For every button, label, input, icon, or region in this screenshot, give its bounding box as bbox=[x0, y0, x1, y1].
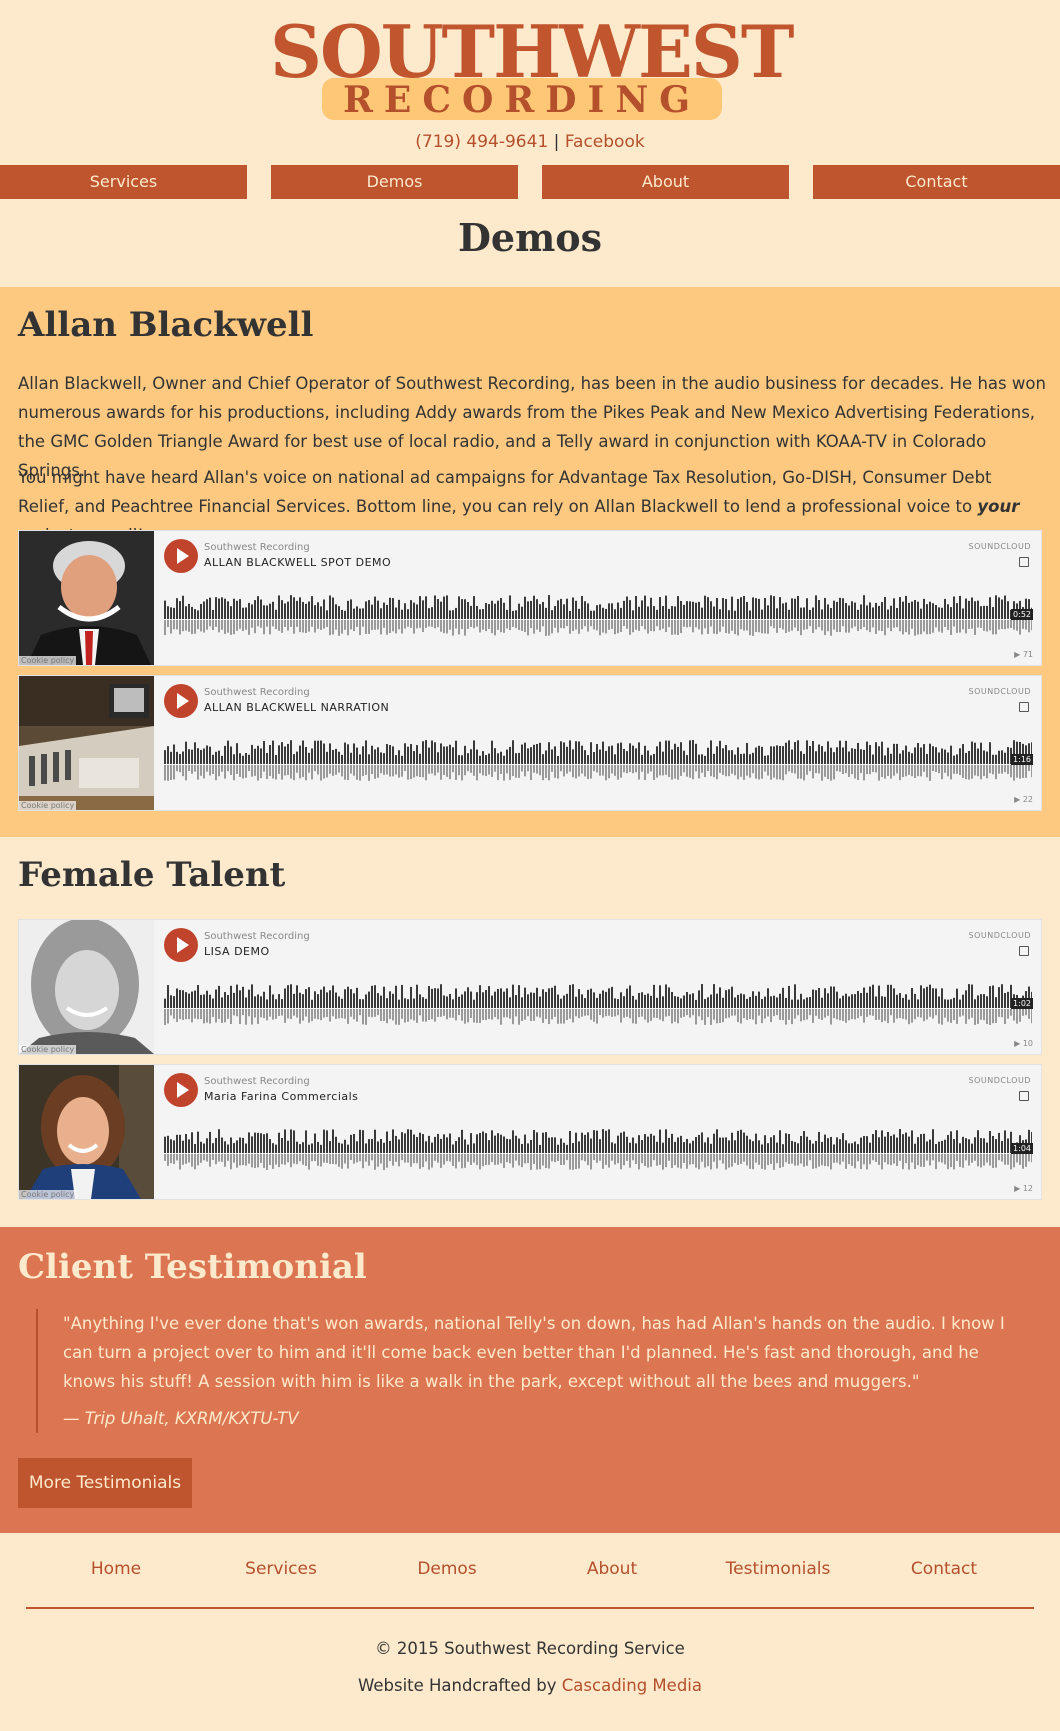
waveform[interactable] bbox=[164, 587, 1032, 639]
nav-services[interactable]: Services bbox=[0, 165, 247, 199]
cookie-policy-link[interactable]: Cookie policy bbox=[19, 1045, 77, 1054]
cookie-policy-link[interactable]: Cookie policy bbox=[19, 801, 77, 810]
studio-console-image bbox=[19, 676, 154, 810]
soundcloud-player-lisa-demo: Cookie policy Southwest Recording LISA D… bbox=[18, 919, 1042, 1055]
footer-nav-demos[interactable]: Demos bbox=[364, 1554, 530, 1584]
footer-nav-services[interactable]: Services bbox=[198, 1554, 364, 1584]
waveform[interactable] bbox=[164, 976, 1032, 1028]
testimonial-quote: "Anything I've ever done that's won awar… bbox=[36, 1309, 1036, 1433]
play-icon[interactable] bbox=[164, 684, 198, 718]
site-logo[interactable]: SOUTHWEST RECORDING bbox=[270, 12, 794, 126]
player-artwork[interactable]: Cookie policy bbox=[19, 1065, 154, 1199]
quote-citation: — Trip Uhalt, KXRM/KXTU-TV bbox=[63, 1409, 299, 1428]
female-talent-section: Female Talent Cookie policy Southwest Re… bbox=[0, 837, 1060, 1227]
player-artwork[interactable]: Cookie policy bbox=[19, 920, 154, 1054]
track-duration: 1:16 bbox=[1011, 754, 1033, 765]
soundcloud-player-allan-narration: Cookie policy Southwest Recording ALLAN … bbox=[18, 675, 1042, 811]
para2-text-before: You might have heard Allan's voice on na… bbox=[18, 468, 992, 516]
share-icon[interactable] bbox=[1019, 1091, 1029, 1101]
play-count: ▶ 10 bbox=[1014, 1039, 1033, 1048]
player-track-title[interactable]: ALLAN BLACKWELL SPOT DEMO bbox=[204, 556, 391, 569]
testimonial-section: Client Testimonial "Anything I've ever d… bbox=[0, 1227, 1060, 1533]
track-duration: 1:02 bbox=[1011, 998, 1033, 1009]
waveform[interactable] bbox=[164, 732, 1032, 784]
contact-separator: | bbox=[553, 132, 560, 152]
facebook-link[interactable]: Facebook bbox=[565, 132, 645, 152]
footer-nav-testimonials[interactable]: Testimonials bbox=[695, 1554, 861, 1584]
player-track-title[interactable]: ALLAN BLACKWELL NARRATION bbox=[204, 701, 389, 714]
nav-demos[interactable]: Demos bbox=[271, 165, 518, 199]
soundcloud-logo[interactable]: SOUNDCLOUD bbox=[969, 542, 1031, 551]
allan-section: Allan Blackwell Allan Blackwell, Owner a… bbox=[0, 287, 1060, 837]
allan-portrait-image bbox=[19, 531, 154, 665]
site-header: SOUTHWEST RECORDING (719) 494-9641 | Fac… bbox=[0, 0, 1060, 160]
page-title: Demos bbox=[457, 215, 603, 260]
player-track-title[interactable]: Maria Farina Commercials bbox=[204, 1090, 358, 1103]
cookie-policy-link[interactable]: Cookie policy bbox=[19, 1190, 77, 1199]
more-testimonials-button[interactable]: More Testimonials bbox=[18, 1458, 192, 1508]
logo-sub-text: RECORDING bbox=[343, 79, 701, 121]
soundcloud-logo[interactable]: SOUNDCLOUD bbox=[969, 1076, 1031, 1085]
player-artwork[interactable]: Cookie policy bbox=[19, 531, 154, 665]
play-icon[interactable] bbox=[164, 928, 198, 962]
soundcloud-logo[interactable]: SOUNDCLOUD bbox=[969, 931, 1031, 940]
lisa-portrait-image bbox=[19, 920, 154, 1054]
play-count: ▶ 22 bbox=[1014, 795, 1033, 804]
footer-nav-home[interactable]: Home bbox=[33, 1554, 199, 1584]
testimonial-heading: Client Testimonial bbox=[18, 1247, 367, 1287]
player-track-title[interactable]: LISA DEMO bbox=[204, 945, 270, 958]
play-count-value: 22 bbox=[1022, 795, 1033, 804]
site-credit: Website Handcrafted by Cascading Media bbox=[0, 1676, 1060, 1695]
play-count-value: 71 bbox=[1022, 650, 1033, 659]
female-talent-heading: Female Talent bbox=[18, 855, 286, 895]
track-duration: 1:04 bbox=[1011, 1143, 1033, 1154]
share-icon[interactable] bbox=[1019, 702, 1029, 712]
quote-text: "Anything I've ever done that's won awar… bbox=[63, 1314, 1005, 1391]
player-artwork[interactable]: Cookie policy bbox=[19, 676, 154, 810]
player-artist[interactable]: Southwest Recording bbox=[204, 542, 310, 553]
copyright-text: © 2015 Southwest Recording Service bbox=[375, 1639, 685, 1658]
footer-nav-contact[interactable]: Contact bbox=[861, 1554, 1027, 1584]
play-count: ▶ 71 bbox=[1014, 650, 1033, 659]
play-icon[interactable] bbox=[164, 539, 198, 573]
player-artist[interactable]: Southwest Recording bbox=[204, 1076, 310, 1087]
player-artist[interactable]: Southwest Recording bbox=[204, 931, 310, 942]
contact-line: (719) 494-9641 | Facebook bbox=[0, 132, 1060, 152]
share-icon[interactable] bbox=[1019, 946, 1029, 956]
phone-link[interactable]: (719) 494-9641 bbox=[415, 132, 548, 152]
footer-divider bbox=[26, 1607, 1034, 1609]
soundcloud-player-maria-farina: Cookie policy Southwest Recording Maria … bbox=[18, 1064, 1042, 1200]
cookie-policy-link[interactable]: Cookie policy bbox=[19, 656, 77, 665]
cascading-media-link[interactable]: Cascading Media bbox=[562, 1676, 702, 1695]
footer-nav-about[interactable]: About bbox=[529, 1554, 695, 1584]
para2-emphasis: your bbox=[977, 497, 1020, 516]
soundcloud-player-allan-spot: Cookie policy Southwest Recording ALLAN … bbox=[18, 530, 1042, 666]
share-icon[interactable] bbox=[1019, 557, 1029, 567]
play-count-value: 10 bbox=[1022, 1039, 1033, 1048]
maria-portrait-image bbox=[19, 1065, 154, 1199]
waveform[interactable] bbox=[164, 1121, 1032, 1173]
play-count-value: 12 bbox=[1022, 1184, 1033, 1193]
site-footer: Home Services Demos About Testimonials C… bbox=[0, 1533, 1060, 1731]
allan-heading: Allan Blackwell bbox=[18, 305, 314, 345]
main-nav: Services Demos About Contact bbox=[0, 165, 1060, 199]
credit-prefix: Website Handcrafted by bbox=[358, 1676, 562, 1695]
nav-about[interactable]: About bbox=[542, 165, 789, 199]
play-icon[interactable] bbox=[164, 1073, 198, 1107]
player-artist[interactable]: Southwest Recording bbox=[204, 687, 310, 698]
play-count: ▶ 12 bbox=[1014, 1184, 1033, 1193]
nav-contact[interactable]: Contact bbox=[813, 165, 1060, 199]
track-duration: 0:52 bbox=[1011, 609, 1033, 620]
soundcloud-logo[interactable]: SOUNDCLOUD bbox=[969, 687, 1031, 696]
